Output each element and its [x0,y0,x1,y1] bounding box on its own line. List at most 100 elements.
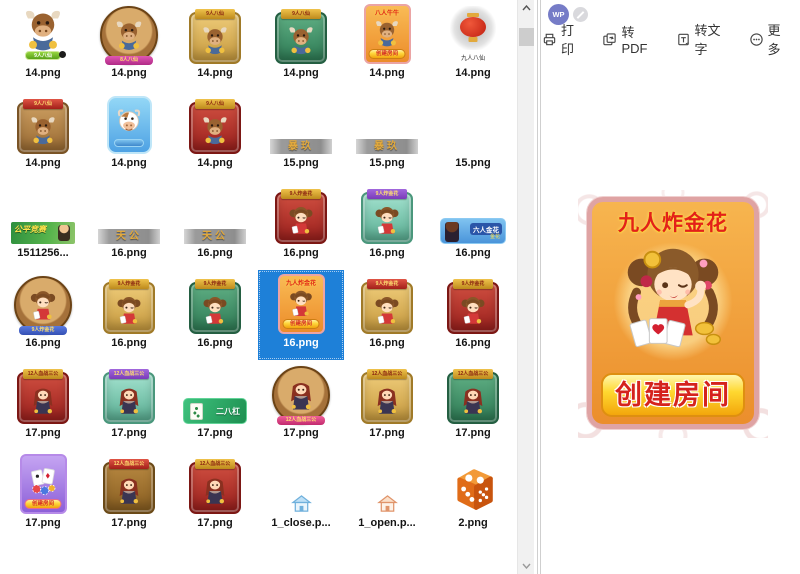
cards-character-art [26,465,60,497]
game-tile-art: 9人炸金花 [189,282,241,334]
file-item[interactable]: 12人血战三公17.png [172,450,258,540]
bomb-icon [59,51,66,58]
tile-ribbon-label: 9人八仙 [195,99,235,109]
mascot-art: 9人八仙 [14,6,72,64]
file-item[interactable]: 9人八仙 14.png [172,90,258,180]
file-name: 16.png [111,247,146,260]
scrollbar-down-icon[interactable] [518,558,535,574]
file-name: 15.png [369,157,404,170]
card-title-label: 八人牛牛 [375,8,399,17]
file-name: 17.png [197,517,232,530]
action-label: 打印 [561,20,585,58]
bull-character-art [111,17,147,55]
game-card-art: 创建房间 [20,454,67,514]
action-label: 转文字 [695,20,732,58]
file-item[interactable]: 创建房间 17.png [0,450,86,540]
more-button[interactable]: 更多 [749,20,792,58]
printer-button[interactable]: 打印 [542,20,585,58]
mahjong-tile-art [190,403,203,420]
file-name: 14.png [283,67,318,80]
file-thumbnail [351,452,423,514]
file-thumbnail: 9人八仙 [265,2,337,64]
file-item[interactable]: 15.png [430,90,516,180]
file-thumbnail: 公平竞赛 [7,182,79,244]
file-thumbnail: 暴玖 [265,92,337,154]
file-item[interactable]: 12人血战三公17.png [86,360,172,450]
file-item[interactable]: 暴玖 15.png [258,90,344,180]
file-item[interactable]: 12人血战三公17.png [430,360,516,450]
file-thumbnail: 9人炸金花 [179,272,251,334]
file-item[interactable]: 12人血战三公17.png [86,450,172,540]
file-name: 17.png [197,427,232,440]
file-item[interactable]: 9人炸金花16.png [430,270,516,360]
file-name: 17.png [25,517,60,530]
file-item[interactable]: 1_open.p... [344,450,430,540]
file-item[interactable]: 9人八仙 14.png [258,0,344,90]
tile-ribbon-label: 9人八仙 [281,9,321,19]
file-item[interactable]: 暴玖15.png [344,90,430,180]
file-name: 16.png [111,337,146,350]
file-thumbnail: 9人八仙 [179,2,251,64]
file-item[interactable]: 12人血战三公17.png [344,360,430,450]
card-title-label: 九人炸金花 [286,278,316,287]
file-item[interactable]: 公平竞赛1511256... [0,180,86,270]
file-item[interactable]: 天公16.png [86,180,172,270]
file-item[interactable]: 六人金花金花16.png [430,180,516,270]
file-thumbnail [93,92,165,154]
file-item[interactable]: 9人八仙14.png [172,0,258,90]
file-item[interactable]: 1_close.p... [258,450,344,540]
file-thumbnail: 9人炸金花 [7,272,79,334]
file-item[interactable]: 12人血战三公17.png [0,360,86,450]
file-grid: 9人八仙14.png8人八仙14.png9人八仙14.png9人八仙14.png… [0,0,517,574]
file-item[interactable]: 2.png [430,450,516,540]
file-thumbnail: 天公 [179,182,251,244]
scrollbar[interactable] [517,0,534,574]
file-item[interactable]: 9人炸金花16.png [0,270,86,360]
file-thumbnail: 二八杠 [179,362,251,424]
file-item[interactable]: 9人八仙14.png [0,90,86,180]
convert-pdf-button[interactable]: 转PDF [602,22,658,56]
banner-art: 天公 [184,229,246,244]
file-thumbnail: 8人八仙 [93,2,165,64]
convert-text-button[interactable]: 转文字 [676,20,732,58]
file-item[interactable]: 14.png [86,90,172,180]
scrollbar-thumb[interactable] [519,28,534,46]
file-item[interactable]: 二八杠 17.png [172,360,258,450]
scrollbar-up-icon[interactable] [518,0,535,16]
file-name: 15.png [283,157,318,170]
girl-character-art [112,293,146,329]
tile-ribbon-label: 9人八仙 [195,9,235,19]
game-tile-art: 12人血战三公 [447,372,499,424]
file-thumbnail [265,452,337,514]
mahjong-banner-art: 二八杠 [183,398,247,424]
file-thumbnail: 9人八仙 [7,92,79,154]
printer-icon [542,32,557,47]
file-item[interactable]: 8人八仙14.png [86,0,172,90]
file-item[interactable]: 9人炸金花16.png [172,270,258,360]
file-name: 17.png [283,427,318,440]
medallion-ribbon-label: 12人血战三公 [277,416,325,425]
game-card-art: 八人牛牛创建房间 [364,4,411,64]
card-button-label: 创建房间 [369,49,406,59]
file-name: 16.png [283,337,318,350]
file-item[interactable]: 9人八仙14.png [0,0,86,90]
file-thumbnail: 创建房间 [7,452,79,514]
file-item[interactable]: 9人炸金花16.png [344,270,430,360]
file-item[interactable]: 九人八仙14.png [430,0,516,90]
more-icon [749,32,764,47]
tile-ribbon-label: 9人炸金花 [109,279,149,289]
file-item[interactable]: 9人炸金花16.png [344,180,430,270]
tile-ribbon-label: 12人血战三公 [453,369,493,379]
preview-game-title: 九人炸金花 [618,207,728,237]
file-item[interactable]: 9人炸金花 16.png [86,270,172,360]
medallion-ribbon-label: 8人八仙 [105,56,153,65]
game-tile-art: 9人炸金花 [447,282,499,334]
file-item[interactable]: 12人血战三公 17.png [258,360,344,450]
action-label: 更多 [768,20,792,58]
file-item[interactable]: 天公16.png [172,180,258,270]
file-name: 14.png [197,157,232,170]
file-item-selected[interactable]: 九人炸金花创建房间16.png [258,270,344,360]
promo-banner-art: 六人金花金花 [440,218,506,244]
file-item[interactable]: 八人牛牛创建房间14.png [344,0,430,90]
file-item[interactable]: 9人炸金花16.png [258,180,344,270]
